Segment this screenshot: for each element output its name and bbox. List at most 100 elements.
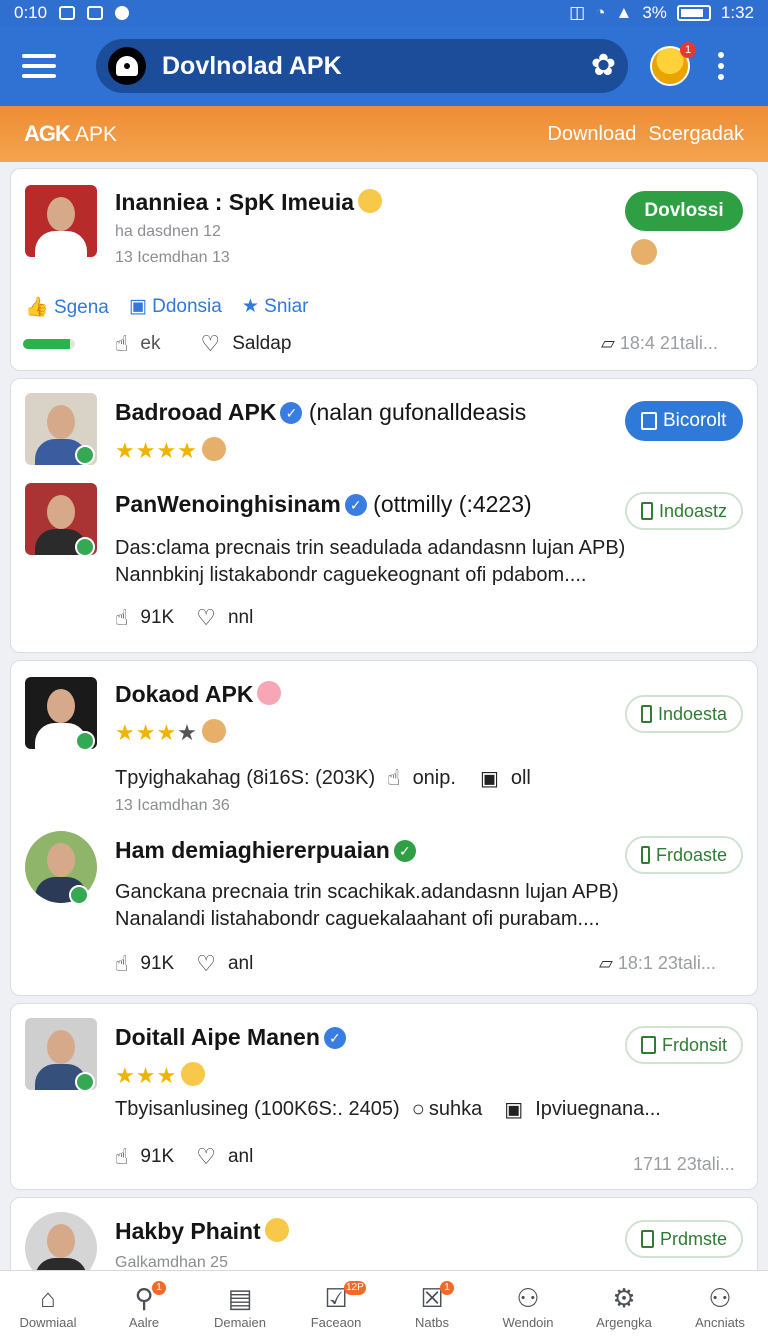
person-icon: ⚇ [708,1283,732,1313]
status-time-left: 0:10 [14,3,48,22]
nav-badge: 12P [344,1281,366,1295]
comment-icon[interactable]: ▱ [599,953,613,973]
app-title: Doitall Aipe Manen ✓ [115,1024,346,1051]
secondary-link[interactable]: Scergadak [648,123,744,146]
battery-icon [676,5,711,21]
download-button[interactable]: Indoesta [625,695,743,733]
smile-emoji-icon [257,681,282,705]
app-logo-icon [108,47,146,85]
secondary-button[interactable]: Indoastz [625,492,743,530]
nav-download[interactable]: ⌂ Dowmiaal [0,1271,96,1344]
avatar-badge: 1 [680,42,696,58]
download-button[interactable]: Frdonsit [625,1026,743,1064]
verified-icon [75,731,95,751]
profile-avatar[interactable]: 1 [650,42,696,86]
like-icon[interactable]: ☝ [115,951,128,977]
heart-icon[interactable]: ♡ [196,951,216,977]
heart-icon[interactable]: ♡ [200,331,220,357]
app-card[interactable]: Dokaod APK ★★★★ Indoesta Tpyighakahag (8… [10,660,758,996]
nav-person[interactable]: ⚇ Wendoin [480,1271,576,1344]
smile-emoji-icon [264,1218,289,1242]
verified-check-icon: ✓ [344,494,367,516]
more-options-icon[interactable] [718,52,724,80]
notification-icon [87,6,104,20]
app-description: Das:clama precnais trin seadulada adanda… [115,537,626,586]
heart-icon[interactable]: ♡ [196,1144,216,1170]
app-bar: Dovlnolad APK ✿ 1 [0,26,768,106]
app-title: Inanniea : SpK Imeuia [115,189,382,216]
like-icon[interactable]: ☝ [115,331,128,357]
nav-news[interactable]: ▤ Demaien [192,1271,288,1344]
save-label: Saldap [232,333,292,354]
app-card[interactable]: Doitall Aipe Manen ✓ ★★★ Frdonsit Tbyisan… [10,1003,758,1190]
timestamp: ▱ 18:1 23tali... [599,953,716,973]
comment-icon[interactable]: ▱ [601,333,615,353]
timestamp: ▱ 18:4 21tali... [601,333,718,353]
verified-icon [75,445,95,465]
like-count: ek [140,333,161,354]
app-notification-icon [115,6,130,20]
bottom-navigation: ⌂ Dowmiaal ⚲ 1 Aalre ▤ Demaien ☑ 12P Fac… [0,1270,768,1344]
download-button[interactable]: Bicorolt [625,401,743,441]
nfc-icon: ◫ [569,3,586,22]
app-info: Tbyisanlusineg (100K6S:. 2405) [115,1097,400,1120]
secondary-button[interactable]: Frdoaste [625,836,743,874]
like-count: 91K [140,607,175,628]
home-icon: ⌂ [40,1283,56,1313]
search-bar[interactable]: Dovlnolad APK ✿ [96,39,628,93]
heart-icon[interactable]: ♡ [196,605,216,631]
chat-icon[interactable]: ○ [412,1096,425,1122]
search-icon: ⚲ [134,1283,154,1313]
news-icon: ▤ [227,1283,253,1313]
person-icon: ⚇ [516,1283,540,1313]
download-button[interactable]: Prdmste [625,1220,743,1258]
app-card[interactable]: Badrooad APK ✓ (nalan gufonalldeasis ★★★★… [10,378,758,653]
verified-icon [75,537,95,557]
star-rating: ★★★★ [115,719,226,746]
info-action: onip. [412,766,456,789]
nav-box[interactable]: ☒ 1 Natbs [384,1271,480,1344]
nav-settings[interactable]: ⚙ Argengka [576,1271,672,1344]
nav-check[interactable]: ☑ 12P Faceaon [288,1271,384,1344]
menu-icon[interactable] [22,54,56,78]
download-link[interactable]: Download [547,123,636,146]
heart-label: anl [227,953,254,974]
tag-chat[interactable]: ▣ Ddonsia [129,295,222,319]
app-meta: ha dasdnen 12 [115,223,221,240]
tag-star[interactable]: ★ Sniar [242,295,309,319]
info-action-2: Ipviuegnana... [535,1097,661,1120]
gear-icon: ⚙ [612,1283,636,1313]
app-thumbnail [25,185,97,257]
like-icon[interactable]: ☝ [115,605,128,631]
nav-account[interactable]: ⚇ Ancniats [672,1271,768,1344]
image-icon[interactable]: ▣ [480,766,499,791]
download-button[interactable]: Dovlossi [625,191,743,231]
verified-icon [75,1072,95,1092]
like-count: 91K [140,1146,175,1167]
brand-logo: AGK APK [24,121,118,146]
star-rating: ★★★★ [115,437,226,464]
like-icon[interactable]: ☝ [115,1144,128,1170]
wifi-icon: ◔ [595,3,606,22]
tag-thumbs-up[interactable]: 👍 Sgena [25,295,109,319]
app-meta: 13 Icamdhan 36 [115,797,230,814]
star-rating: ★★★ [115,1062,206,1089]
nav-search[interactable]: ⚲ 1 Aalre [96,1271,192,1344]
smile-emoji-icon [358,189,382,213]
sub-bar: AGK APK Download Scergadak [0,106,768,162]
battery-level: 3% [642,3,667,22]
app-title: Badrooad APK ✓ (nalan gufonalldeasis [115,399,527,425]
nav-badge: 1 [152,1281,166,1295]
verified-check-icon: ✓ [323,1027,346,1049]
image-icon[interactable]: ▣ [504,1097,523,1122]
gallery-icon [59,6,76,20]
app-description: Ganckana precnaia trin scachikak.adandas… [115,881,619,930]
like-icon[interactable]: ☝ [387,765,400,791]
puzzle-icon[interactable]: ✿ [591,51,616,81]
timestamp: 1711 23tali... [633,1154,735,1174]
signal-icon: ▲ [615,3,633,22]
app-card[interactable]: Inanniea : SpK Imeuia ha dasdnen 12 13 I… [10,168,758,371]
emoji-icon [631,239,657,265]
app-info: Tpyighakahag (8i16S: (203K) [115,766,376,789]
app-subtitle: PanWenoinghisinam ✓ (ottmilly (:4223) [115,491,532,517]
